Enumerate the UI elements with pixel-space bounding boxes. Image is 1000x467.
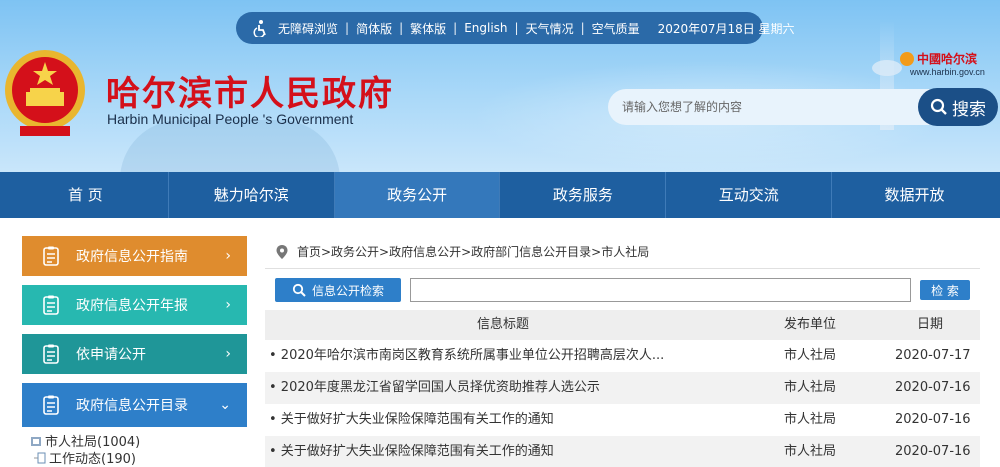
document-icon xyxy=(43,344,59,364)
row-date: 2020-07-16 xyxy=(895,380,971,395)
top-utility-bar: 无障碍浏览 | 简体版 | 繁体版 | English | 天气情况 | 空气质… xyxy=(236,12,795,44)
row-unit: 市人社局 xyxy=(784,444,837,459)
topbar-english-link[interactable]: English xyxy=(464,21,507,35)
topbar-separator: | xyxy=(345,21,350,35)
breadcrumb: 首页>政务公开>政府信息公开>政府部门信息公开目录>市人社局 xyxy=(275,243,649,260)
catalog-tree: 市人社局(1004) 工作动态(190) xyxy=(30,432,140,467)
sidebar-item-label: 政府信息公开目录 xyxy=(76,398,188,414)
site-subtitle: Harbin Municipal People 's Government xyxy=(107,111,354,127)
city-logo-mark-icon xyxy=(900,51,914,66)
city-logo-text: 中國哈尔滨 xyxy=(917,52,978,66)
accessibility-icon[interactable] xyxy=(252,19,270,37)
topbar-separator: | xyxy=(514,21,519,35)
table-row: • 关于做好扩大失业保险保障范围有关工作的通知 市人社局 2020-07-16 xyxy=(265,436,980,467)
site-title: 哈尔滨市人民政府 xyxy=(106,74,394,114)
table-row: • 2020年度黑龙江省留学回国人员择优资助推荐人选公示 市人社局 2020-0… xyxy=(265,372,980,404)
search-icon xyxy=(292,283,306,297)
row-date: 2020-07-17 xyxy=(895,348,971,363)
search-button-label: 搜索 xyxy=(952,99,986,120)
nav-item-interaction[interactable]: 互动交流 xyxy=(666,172,833,218)
document-icon xyxy=(43,295,59,315)
row-unit: 市人社局 xyxy=(784,380,837,395)
chevron-down-icon: ⌄ xyxy=(219,397,231,413)
search-icon xyxy=(930,98,947,115)
table-row: • 关于做好扩大失业保险保障范围有关工作的通知 市人社局 2020-07-16 xyxy=(265,404,980,436)
document-icon xyxy=(43,246,59,266)
topbar-simplified-link[interactable]: 简体版 xyxy=(356,20,392,37)
document-icon xyxy=(43,395,59,415)
row-title-link[interactable]: • 关于做好扩大失业保险保障范围有关工作的通知 xyxy=(269,404,769,436)
nav-item-government-affairs-open[interactable]: 政务公开 xyxy=(334,172,501,218)
row-unit: 市人社局 xyxy=(784,412,837,427)
topbar-weather-link[interactable]: 天气情况 xyxy=(526,20,574,37)
main-nav: 首 页 魅力哈尔滨 政务公开 政务服务 互动交流 数据开放 xyxy=(0,172,1000,218)
column-header-title: 信息标题 xyxy=(477,317,530,332)
chevron-right-icon: › xyxy=(225,248,231,264)
city-logo-url: www.harbin.gov.cn xyxy=(910,67,985,77)
topbar-separator: | xyxy=(399,21,404,35)
column-header-date: 日期 xyxy=(917,317,944,332)
nav-item-home[interactable]: 首 页 xyxy=(3,172,169,218)
national-emblem-logo xyxy=(2,48,88,138)
topbar-air-quality-link[interactable]: 空气质量 xyxy=(592,20,640,37)
banner-building-decoration xyxy=(120,120,340,172)
sidebar-item-disclosure-guide[interactable]: 政府信息公开指南 › xyxy=(22,236,247,276)
row-title-link[interactable]: • 关于做好扩大失业保险保障范围有关工作的通知 xyxy=(269,436,769,467)
sidebar-item-label: 政府信息公开指南 xyxy=(76,249,188,265)
row-date: 2020-07-16 xyxy=(895,444,971,459)
divider xyxy=(265,268,980,269)
file-icon xyxy=(34,452,46,463)
city-logo-name: 中國哈尔滨 xyxy=(900,50,996,67)
column-header-unit: 发布单位 xyxy=(784,317,837,332)
table-row: • 2020年哈尔滨市南岗区教育系统所属事业单位公开招聘高层次人... 市人社局… xyxy=(265,340,980,372)
nav-item-government-services[interactable]: 政务服务 xyxy=(500,172,667,218)
topbar-separator: | xyxy=(580,21,585,35)
tree-node[interactable]: 工作动态(190) xyxy=(34,449,140,467)
location-pin-icon xyxy=(276,244,288,259)
query-button[interactable]: 检 索 xyxy=(920,280,970,300)
sidebar-item-apply-disclosure[interactable]: 依申请公开 › xyxy=(22,334,247,374)
info-table-body: • 2020年哈尔滨市南岗区教育系统所属事业单位公开招聘高层次人... 市人社局… xyxy=(265,340,980,467)
topbar-separator: | xyxy=(453,21,458,35)
tree-root-icon xyxy=(31,436,41,446)
sidebar-item-disclosure-catalog[interactable]: 政府信息公开目录 ⌄ xyxy=(22,383,247,427)
nav-item-open-data[interactable]: 数据开放 xyxy=(832,172,997,218)
row-unit: 市人社局 xyxy=(784,348,837,363)
info-search-button[interactable]: 信息公开检索 xyxy=(275,278,401,302)
sidebar-item-label: 依申请公开 xyxy=(76,347,146,363)
chevron-right-icon: › xyxy=(225,346,231,362)
harbin-city-logo: 中國哈尔滨 www.harbin.gov.cn xyxy=(900,50,996,77)
topbar-accessible-link[interactable]: 无障碍浏览 xyxy=(278,20,338,37)
topbar-traditional-link[interactable]: 繁体版 xyxy=(410,20,446,37)
sidebar-item-annual-report[interactable]: 政府信息公开年报 › xyxy=(22,285,247,325)
info-search-input[interactable] xyxy=(410,278,911,302)
tree-node[interactable]: 市人社局(1004) xyxy=(30,432,140,450)
chevron-right-icon: › xyxy=(225,297,231,313)
search-input[interactable] xyxy=(608,89,918,125)
row-date: 2020-07-16 xyxy=(895,412,971,427)
current-date: 2020年07月18日 星期六 xyxy=(657,21,795,36)
breadcrumb-text[interactable]: 首页>政务公开>政府信息公开>政府部门信息公开目录>市人社局 xyxy=(297,243,649,260)
nav-item-charm-harbin[interactable]: 魅力哈尔滨 xyxy=(169,172,335,218)
sidebar-item-label: 政府信息公开年报 xyxy=(76,298,188,314)
row-title-link[interactable]: • 2020年度黑龙江省留学回国人员择优资助推荐人选公示 xyxy=(269,372,769,404)
tree-node-label: 工作动态(190) xyxy=(49,452,136,467)
table-header: 信息标题 发布单位 日期 xyxy=(265,310,980,340)
info-search-button-label: 信息公开检索 xyxy=(311,283,384,298)
row-title-link[interactable]: • 2020年哈尔滨市南岗区教育系统所属事业单位公开招聘高层次人... xyxy=(269,340,769,372)
search-button[interactable]: 搜索 xyxy=(918,88,998,126)
